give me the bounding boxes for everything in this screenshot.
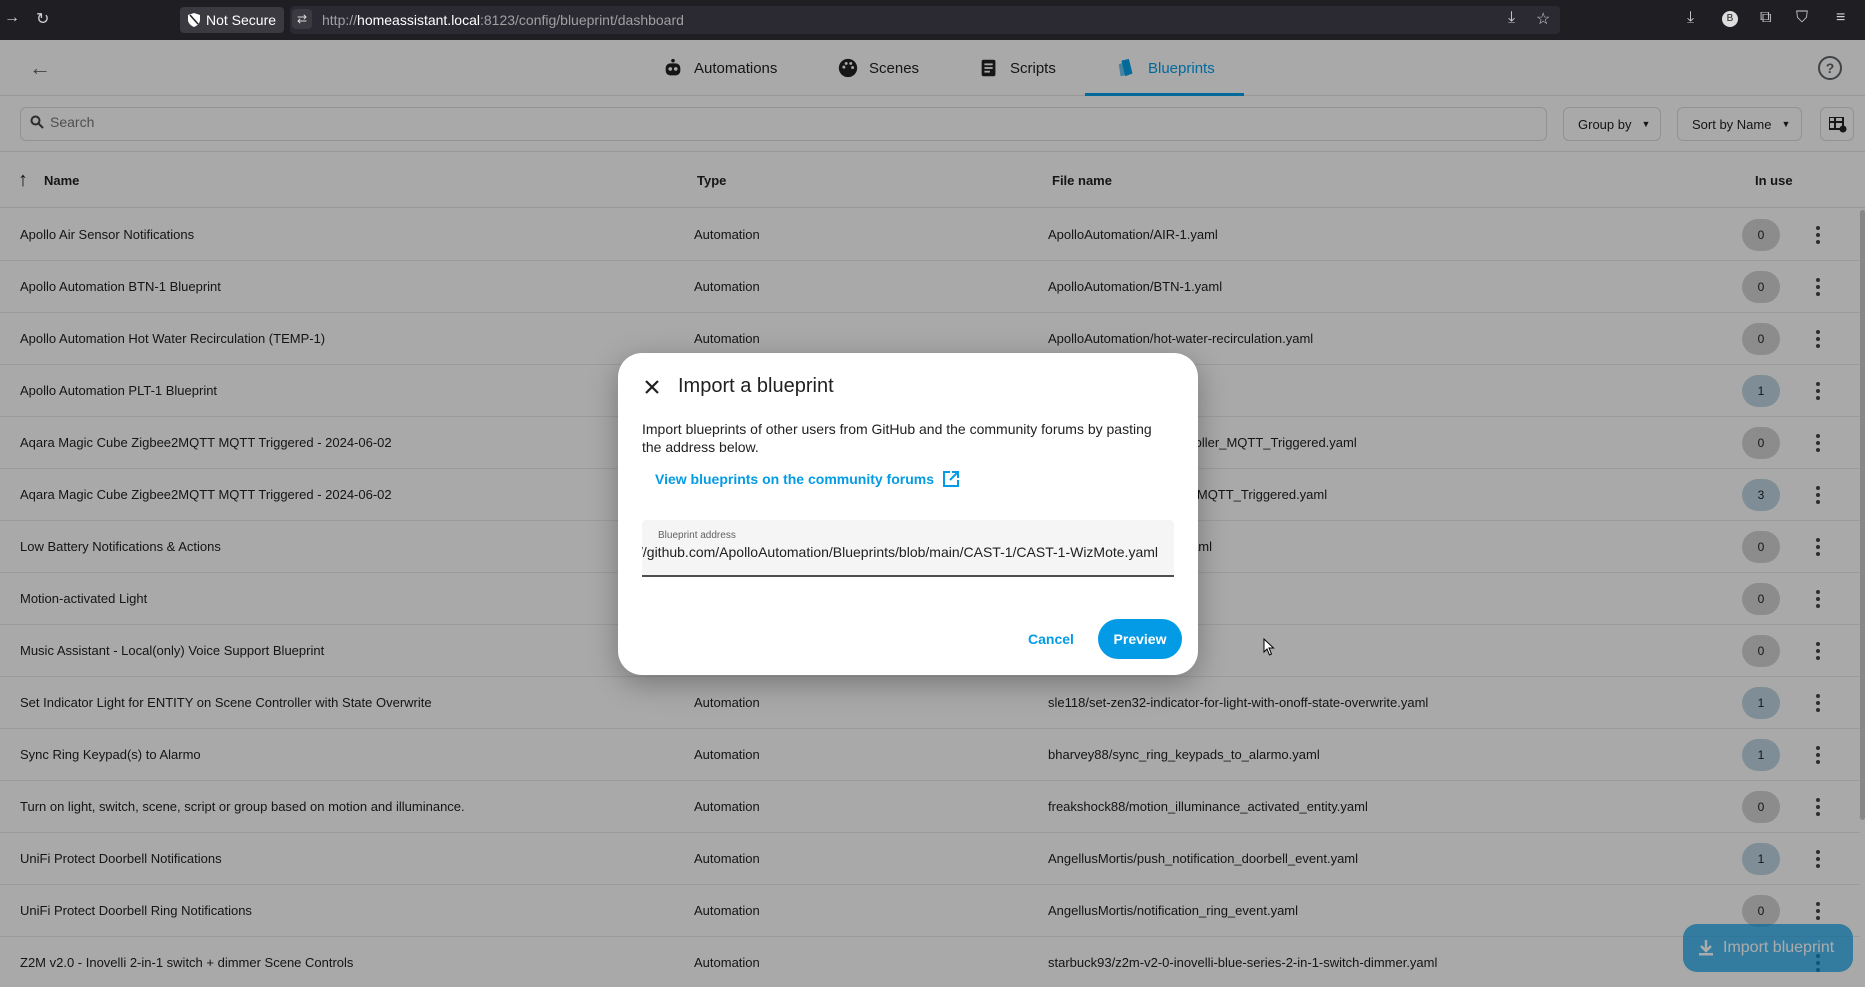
url-text: http://homeassistant.local:8123/config/b…	[322, 12, 684, 28]
mouse-cursor-icon	[1263, 638, 1275, 656]
shield-icon	[188, 13, 200, 27]
dialog-description: Import blueprints of other users from Gi…	[642, 421, 1152, 455]
community-forums-link[interactable]: View blueprints on the community forums	[655, 470, 960, 488]
security-indicator[interactable]: Not Secure	[180, 7, 285, 33]
download-icon[interactable]: ⤓	[1687, 9, 1694, 27]
blueprint-address-input[interactable]: https://github.com/ApolloAutomation/Blue…	[642, 544, 1158, 560]
link-label: View blueprints on the community forums	[655, 471, 934, 487]
import-blueprint-dialog: Import a blueprint Import blueprints of …	[618, 353, 1198, 675]
menu-icon[interactable]: ≡	[1836, 9, 1845, 27]
field-label: Blueprint address	[658, 530, 736, 541]
profile-icon[interactable]: B	[1722, 11, 1738, 27]
reload-icon[interactable]: ↻	[36, 9, 49, 29]
close-icon[interactable]	[640, 375, 664, 399]
browser-toolbar: → ↻ Not Secure ⇄ http://homeassistant.lo…	[0, 0, 1865, 40]
permissions-icon[interactable]: ⇄	[292, 9, 312, 29]
security-label: Not Secure	[206, 12, 277, 28]
preview-button[interactable]: Preview	[1098, 619, 1182, 659]
open-in-new-icon	[943, 471, 959, 487]
install-app-icon[interactable]: ⤓	[1508, 9, 1515, 27]
dialog-title: Import a blueprint	[678, 375, 834, 397]
bookmark-star-icon[interactable]: ☆	[1536, 9, 1550, 29]
forward-icon[interactable]: →	[4, 9, 20, 27]
cancel-button[interactable]: Cancel	[1016, 623, 1086, 655]
ublock-icon[interactable]: ⛉	[1796, 9, 1808, 27]
blueprint-address-field[interactable]: Blueprint address https://github.com/Apo…	[642, 520, 1174, 577]
extension-icon[interactable]: ⧉	[1760, 9, 1771, 27]
